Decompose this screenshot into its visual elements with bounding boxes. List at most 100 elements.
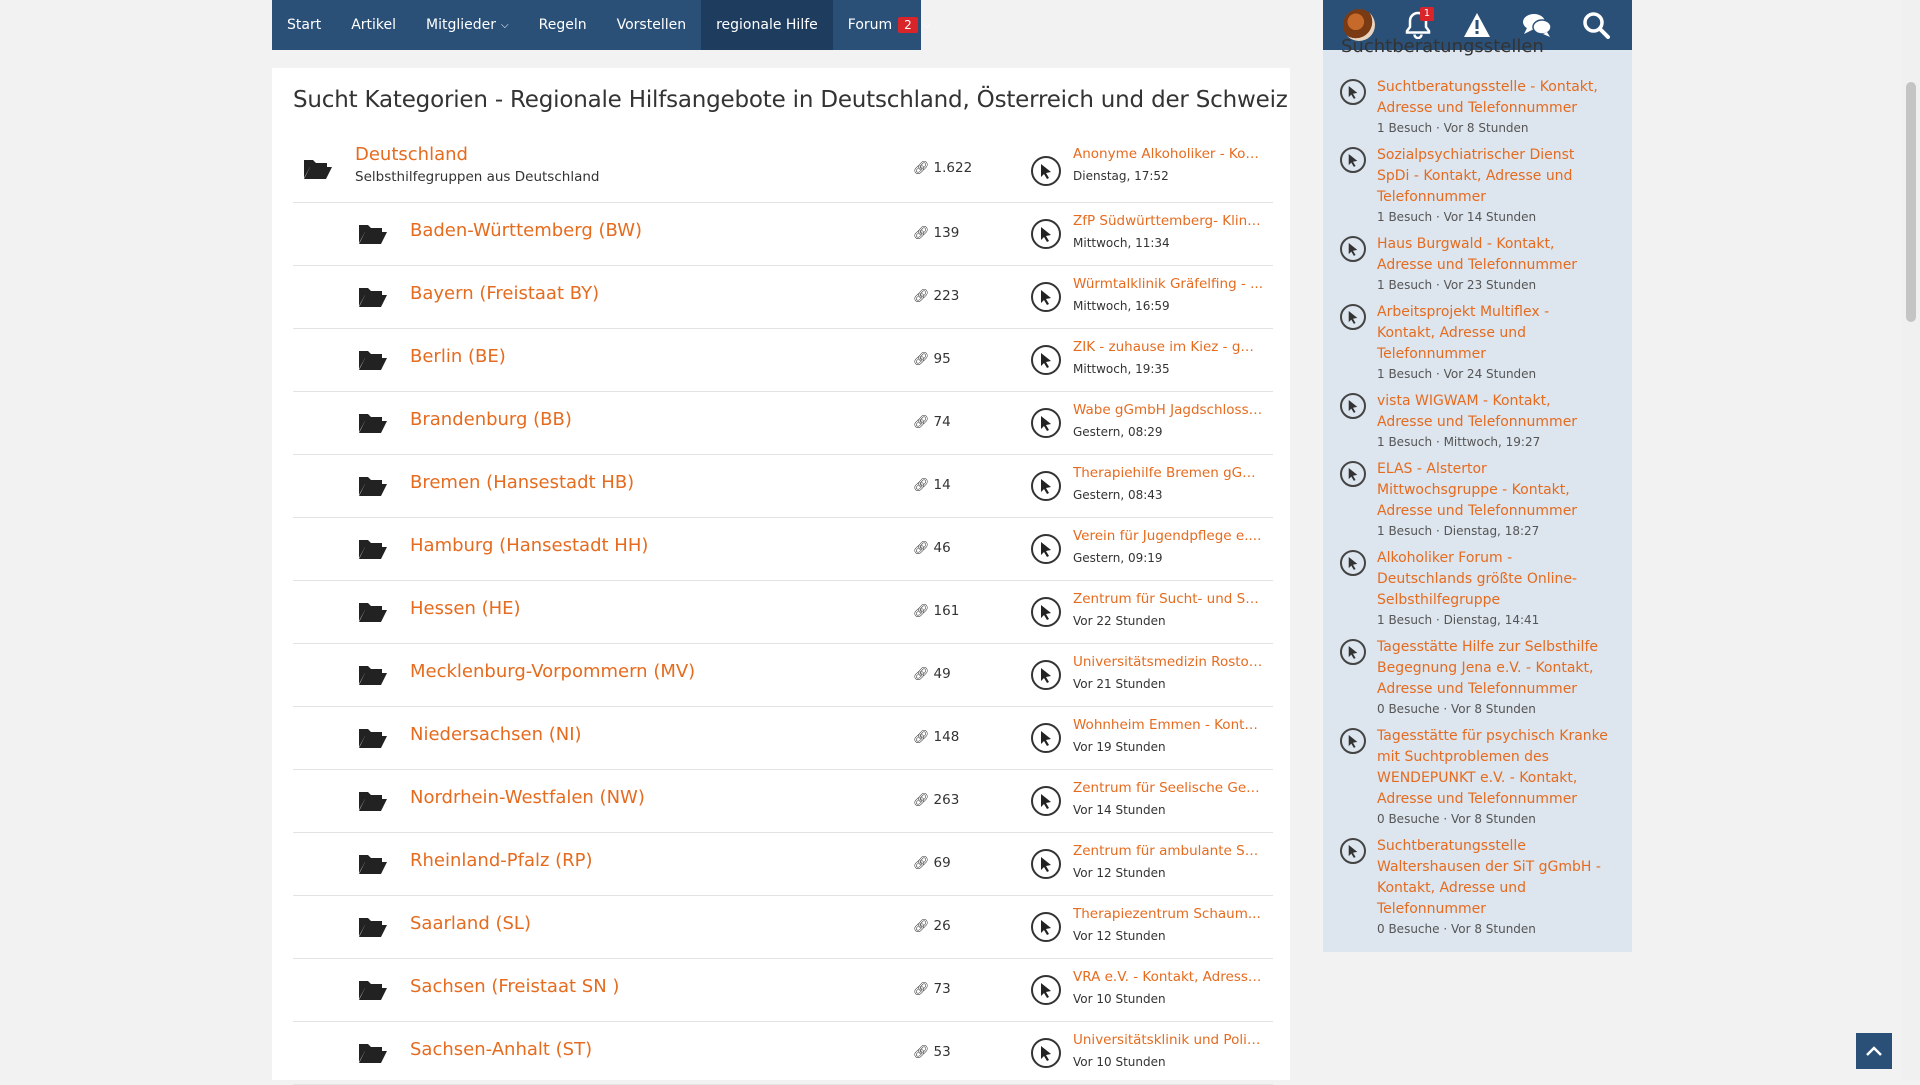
nav-start[interactable]: Start <box>272 0 336 50</box>
cursor-icon[interactable] <box>1340 461 1366 487</box>
category-title[interactable]: Sachsen-Anhalt (ST) <box>410 1039 592 1060</box>
sidebar-item-title[interactable]: Tagesstätte Hilfe zur Selbsthilfe Begegn… <box>1377 637 1610 700</box>
cursor-icon[interactable] <box>1031 723 1061 753</box>
count-value: 46 <box>933 540 951 556</box>
nav-regionale-hilfe[interactable]: regionale Hilfe <box>701 0 833 50</box>
category-list: Deutschland Selbsthilfegruppen aus Deuts… <box>293 140 1273 1085</box>
scrollbar[interactable] <box>1902 0 1920 1080</box>
cursor-icon[interactable] <box>1031 534 1061 564</box>
category-title[interactable]: Hessen (HE) <box>410 598 521 619</box>
category-panel: Sucht Kategorien - Regionale Hilfsangebo… <box>272 68 1290 1085</box>
link-icon: 🔗︎ <box>913 415 930 430</box>
scrollbar-thumb[interactable] <box>1906 82 1916 322</box>
sidebar-item-title[interactable]: vista WIGWAM - Kontakt, Adresse und Tele… <box>1377 391 1610 433</box>
cursor-icon[interactable] <box>1340 147 1366 173</box>
link-icon: 🔗︎ <box>913 161 930 176</box>
last-entry-title[interactable]: Verein für Jugendpflege e.... <box>1073 528 1263 544</box>
last-entry-time: Vor 12 Stunden <box>1073 866 1166 880</box>
sidebar-item-title[interactable]: Sozialpsychiatrischer Dienst SpDi - Kont… <box>1377 145 1610 208</box>
cursor-icon[interactable] <box>1031 1038 1061 1068</box>
sidebar-item-title[interactable]: Suchtberatungsstelle - Kontakt, Adresse … <box>1377 77 1610 119</box>
cursor-icon[interactable] <box>1340 79 1366 105</box>
sidebar-item-title[interactable]: Arbeitsprojekt Multiflex - Kontakt, Adre… <box>1377 302 1610 365</box>
category-title[interactable]: Bremen (Hansestadt HB) <box>410 472 634 493</box>
count-value: 161 <box>933 603 960 619</box>
nav-regeln[interactable]: Regeln <box>524 0 602 50</box>
last-entry-title[interactable]: Universitätsklinik und Polik... <box>1073 1032 1263 1048</box>
cursor-icon[interactable] <box>1031 786 1061 816</box>
last-entry-title[interactable]: Wabe gGmbH Jagdschloss ... <box>1073 402 1263 418</box>
category-title[interactable]: Mecklenburg-Vorpommern (MV) <box>410 661 695 682</box>
last-entry-title[interactable]: Universitätsmedizin Rostoc... <box>1073 654 1263 670</box>
scroll-to-top-button[interactable] <box>1856 1033 1892 1069</box>
category-title[interactable]: Bayern (Freistaat BY) <box>410 283 599 304</box>
cursor-icon[interactable] <box>1340 550 1366 576</box>
nav-artikel[interactable]: Artikel <box>336 0 411 50</box>
last-entry-time: Vor 10 Stunden <box>1073 1055 1166 1069</box>
nav-label: regionale Hilfe <box>716 17 818 33</box>
category-row-deutschland: Deutschland Selbsthilfegruppen aus Deuts… <box>293 140 1273 203</box>
sidebar-list-item: Alkoholiker Forum - Deutschlands größte … <box>1340 548 1610 627</box>
cursor-icon[interactable] <box>1340 393 1366 419</box>
cursor-icon[interactable] <box>1031 597 1061 627</box>
sidebar-list-item: Sozialpsychiatrischer Dienst SpDi - Kont… <box>1340 145 1610 224</box>
cursor-icon[interactable] <box>1031 408 1061 438</box>
cursor-icon[interactable] <box>1031 282 1061 312</box>
count-value: 14 <box>933 477 951 493</box>
nav-vorstellen[interactable]: Vorstellen <box>602 0 701 50</box>
category-title[interactable]: Nordrhein-Westfalen (NW) <box>410 787 645 808</box>
category-title[interactable]: Hamburg (Hansestadt HH) <box>410 535 648 556</box>
sidebar-item-title[interactable]: Haus Burgwald - Kontakt, Adresse und Tel… <box>1377 234 1610 276</box>
nav-forum[interactable]: Forum 2 ⌵ <box>833 0 946 50</box>
category-title[interactable]: Baden-Württemberg (BW) <box>410 220 642 241</box>
last-entry-title[interactable]: Wohnheim Emmen - Konta... <box>1073 717 1263 733</box>
cursor-icon[interactable] <box>1340 304 1366 330</box>
sidebar-item-meta: 0 Besuche · Vor 8 Stunden <box>1377 702 1536 716</box>
category-title[interactable]: Berlin (BE) <box>410 346 506 367</box>
last-entry-title[interactable]: Zentrum für Sucht- und So... <box>1073 591 1263 607</box>
sidebar-item-title[interactable]: Alkoholiker Forum - Deutschlands größte … <box>1377 548 1610 611</box>
sidebar-item-title[interactable]: ELAS - Alstertor Mittwochsgruppe - Konta… <box>1377 459 1610 522</box>
cursor-icon[interactable] <box>1340 728 1366 754</box>
category-title[interactable]: Rheinland-Pfalz (RP) <box>410 850 593 871</box>
last-entry-title[interactable]: VRA e.V. - Kontakt, Adresse... <box>1073 969 1263 985</box>
cursor-icon[interactable] <box>1031 975 1061 1005</box>
last-entry-title[interactable]: ZIK - zuhause im Kiez - gG... <box>1073 339 1263 355</box>
last-entry-title[interactable]: Therapiehilfe Bremen gGm... <box>1073 465 1263 481</box>
sidebar-item-title[interactable]: Tagesstätte für psychisch Kranke mit Suc… <box>1377 726 1610 810</box>
nav-label: Mitglieder <box>426 17 497 33</box>
category-title[interactable]: Deutschland <box>355 144 468 165</box>
sidebar-list-item: Arbeitsprojekt Multiflex - Kontakt, Adre… <box>1340 302 1610 381</box>
nav-label: Vorstellen <box>616 17 687 33</box>
last-entry-title[interactable]: Zentrum für ambulante Su... <box>1073 843 1263 859</box>
sidebar-item-meta: 1 Besuch · Dienstag, 18:27 <box>1377 524 1540 538</box>
cursor-icon[interactable] <box>1031 849 1061 879</box>
cursor-icon[interactable] <box>1031 219 1061 249</box>
category-title[interactable]: Sachsen (Freistaat SN ) <box>410 976 619 997</box>
last-entry-title[interactable]: Würmtalklinik Gräfelfing - ... <box>1073 276 1263 292</box>
cursor-icon[interactable] <box>1031 156 1061 186</box>
search-button[interactable] <box>1576 5 1616 45</box>
cursor-icon[interactable] <box>1340 639 1366 665</box>
last-entry-time: Vor 19 Stunden <box>1073 740 1166 754</box>
last-entry-title[interactable]: Anonyme Alkoholiker - Kon... <box>1073 146 1263 162</box>
category-title[interactable]: Niedersachsen (NI) <box>410 724 582 745</box>
last-entry-time: Gestern, 08:43 <box>1073 488 1163 502</box>
cursor-icon[interactable] <box>1340 236 1366 262</box>
sidebar-item-title[interactable]: Suchtberatungsstelle Waltershausen der S… <box>1377 836 1610 920</box>
cursor-icon[interactable] <box>1031 912 1061 942</box>
last-entry-title[interactable]: ZfP Südwürttemberg- Klini... <box>1073 213 1263 229</box>
category-title[interactable]: Brandenburg (BB) <box>410 409 572 430</box>
last-entry-title[interactable]: Zentrum für Seelische Ges... <box>1073 780 1263 796</box>
category-title[interactable]: Saarland (SL) <box>410 913 531 934</box>
cursor-icon[interactable] <box>1031 660 1061 690</box>
notification-badge: 1 <box>1419 7 1435 21</box>
cursor-icon[interactable] <box>1340 838 1366 864</box>
nav-mitglieder[interactable]: Mitglieder ⌵ <box>411 0 524 50</box>
cursor-icon[interactable] <box>1031 471 1061 501</box>
cursor-icon[interactable] <box>1031 345 1061 375</box>
link-icon: 🔗︎ <box>913 919 930 934</box>
sidebar-heading: Suchtberatungsstellen <box>1341 36 1544 57</box>
last-entry-title[interactable]: Therapiezentrum Schaum... <box>1073 906 1263 922</box>
link-icon: 🔗︎ <box>913 1045 930 1060</box>
